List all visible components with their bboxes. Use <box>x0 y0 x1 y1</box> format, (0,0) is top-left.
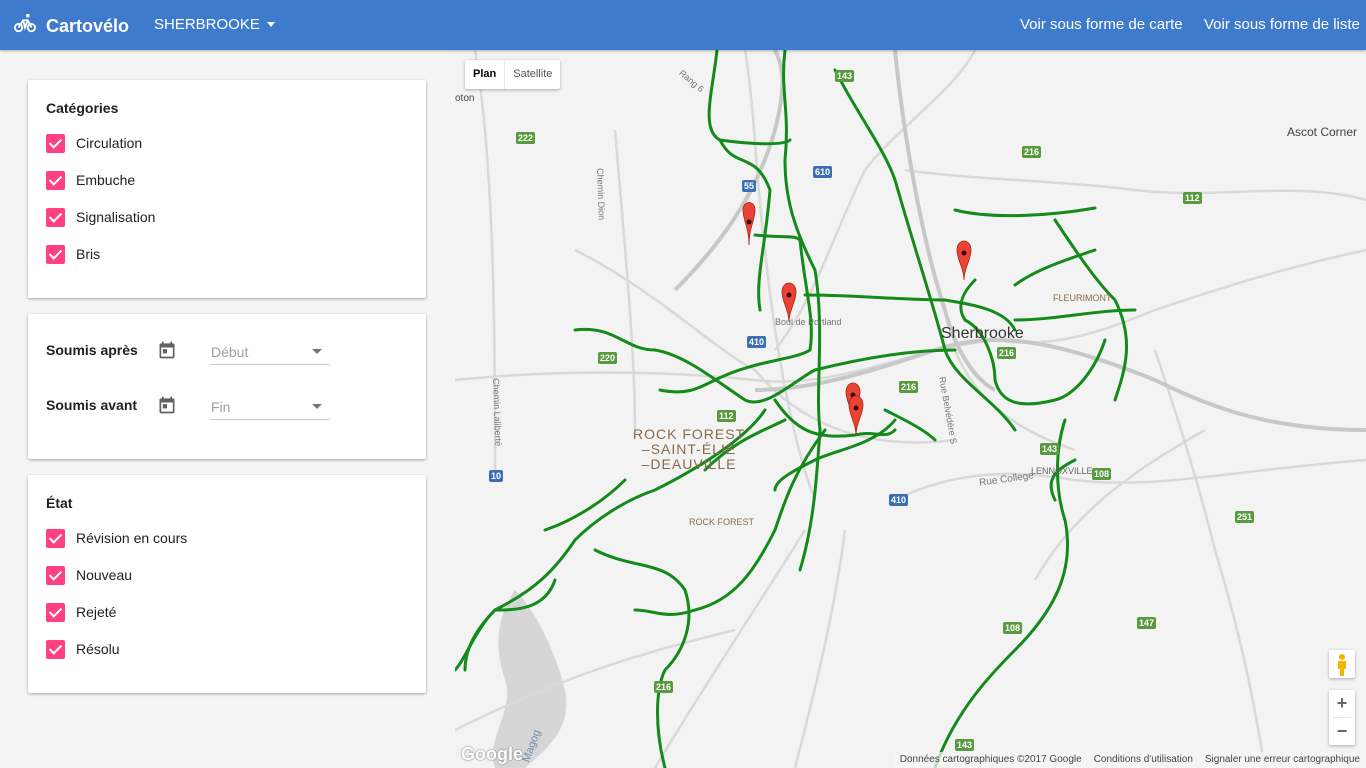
zoom-in-button[interactable]: + <box>1329 690 1355 717</box>
marker-pin <box>848 395 864 436</box>
top-app-bar: Cartovélo SHERBROOKE Voir sous forme de … <box>0 0 1366 50</box>
categories-card: Catégories Circulation Embuche Signalisa… <box>28 80 426 298</box>
checkbox-checked-icon <box>46 565 65 585</box>
marker-pin <box>956 240 972 281</box>
route-shield: 143 <box>955 739 975 751</box>
city-label: SHERBROOKE <box>154 16 260 33</box>
app-name: Cartovélo <box>46 15 130 36</box>
checkbox-label: Révision en cours <box>76 530 188 546</box>
date-before-label: Soumis avant <box>46 397 138 413</box>
zoom-out-button[interactable]: − <box>1329 718 1355 745</box>
city-dropdown[interactable]: SHERBROOKE <box>154 16 275 33</box>
date-after-label: Soumis après <box>46 342 138 358</box>
route-shield: 112 <box>1183 192 1202 204</box>
categories-title: Catégories <box>46 100 119 116</box>
category-checkbox-circulation[interactable]: Circulation <box>46 133 142 153</box>
calendar-icon[interactable] <box>157 340 177 360</box>
checkbox-checked-icon <box>46 602 65 622</box>
route-shield: 251 <box>1235 511 1255 523</box>
route-shield: 222 <box>516 132 536 144</box>
route-shield: 220 <box>598 352 618 364</box>
checkbox-label: Rejeté <box>76 604 117 620</box>
map-label-sector: FLEURIMONT <box>1053 293 1112 303</box>
terms-link[interactable]: Conditions d'utilisation <box>1088 752 1199 768</box>
route-shield: 112 <box>717 410 736 422</box>
map-label-street: Chemin Dion <box>595 168 607 221</box>
bicycle-icon <box>14 12 36 39</box>
category-checkbox-embuche[interactable]: Embuche <box>46 170 135 190</box>
map-type-control: Plan Satellite <box>465 60 561 89</box>
state-title: État <box>46 495 73 511</box>
route-shield: 216 <box>1022 146 1042 158</box>
map-label-borough-line: –SAINT-ÉLIE <box>641 441 737 457</box>
checkbox-label: Résolu <box>76 641 120 657</box>
street-view-pegman[interactable] <box>1329 650 1355 678</box>
route-shield: 143 <box>835 70 855 82</box>
map-label-borough-line: ROCK FOREST <box>633 426 746 442</box>
report-error-link[interactable]: Signaler une erreur cartographique <box>1199 752 1366 768</box>
route-shield: 410 <box>889 494 909 506</box>
route-shield: 216 <box>654 681 674 693</box>
map-label-street: Boul de Portland <box>775 317 842 327</box>
highways <box>673 50 1366 432</box>
map-label-borough-line: –DEAUVILLE <box>641 456 737 472</box>
state-checkbox-revision[interactable]: Révision en cours <box>46 528 187 548</box>
route-shield: 147 <box>1137 617 1157 629</box>
google-logo[interactable]: Google <box>461 744 523 765</box>
route-shield: 610 <box>813 166 833 178</box>
map-label-borough: ROCK FOREST –SAINT-ÉLIE –DEAUVILLE <box>633 427 745 472</box>
date-after-placeholder: Début <box>211 344 249 360</box>
route-shield: 410 <box>747 336 767 348</box>
checkbox-label: Nouveau <box>76 567 133 583</box>
checkbox-checked-icon <box>46 207 65 227</box>
checkbox-checked-icon <box>46 170 65 190</box>
map-canvas[interactable]: Sherbrooke ROCK FOREST –SAINT-ÉLIE –DEAU… <box>455 50 1366 768</box>
map-type-plan[interactable]: Plan <box>465 60 504 89</box>
route-shield: 216 <box>899 381 919 393</box>
route-shield: 10 <box>489 470 504 482</box>
date-after-select[interactable]: Début <box>210 338 330 365</box>
category-checkbox-signalisation[interactable]: Signalisation <box>46 207 155 227</box>
state-checkbox-resolu[interactable]: Résolu <box>46 639 120 659</box>
date-before-placeholder: Fin <box>211 399 231 415</box>
route-shield: 108 <box>1092 468 1112 480</box>
map-label-city: Sherbrooke <box>941 325 1024 342</box>
caret-down-icon <box>312 404 322 409</box>
map-label-town: oton <box>455 93 475 104</box>
route-shield: 55 <box>742 180 757 192</box>
caret-down-icon <box>312 349 322 354</box>
checkbox-checked-icon <box>46 244 65 264</box>
checkbox-label: Embuche <box>76 172 136 188</box>
date-before-select[interactable]: Fin <box>210 393 330 420</box>
nav-list-view[interactable]: Voir sous forme de liste <box>1204 16 1360 33</box>
checkbox-checked-icon <box>46 639 65 659</box>
state-checkbox-rejete[interactable]: Rejeté <box>46 602 116 622</box>
filter-sidebar: Catégories Circulation Embuche Signalisa… <box>0 50 454 768</box>
route-shield: 143 <box>1040 443 1060 455</box>
map-drawing <box>455 50 1366 768</box>
attribution-text: Données cartographiques ©2017 Google <box>899 754 1082 765</box>
map-attribution: Données cartographiques ©2017 Google Con… <box>893 752 1366 768</box>
checkbox-label: Bris <box>76 246 101 262</box>
caret-down-icon <box>266 22 275 27</box>
checkbox-checked-icon <box>46 528 65 548</box>
nav-map-view[interactable]: Voir sous forme de carte <box>1020 16 1183 33</box>
state-card: État Révision en cours Nouveau Rejeté Ré… <box>28 475 426 693</box>
state-checkbox-nouveau[interactable]: Nouveau <box>46 565 132 585</box>
route-shield: 108 <box>1003 622 1023 634</box>
checkbox-label: Circulation <box>76 135 143 151</box>
category-checkbox-bris[interactable]: Bris <box>46 244 100 264</box>
calendar-icon[interactable] <box>157 395 177 415</box>
checkbox-checked-icon <box>46 133 65 153</box>
map-label-sector: LENNOXVILLE <box>1031 466 1093 476</box>
brand[interactable]: Cartovélo <box>14 12 129 39</box>
checkbox-label: Signalisation <box>76 209 156 225</box>
pegman-icon <box>1338 654 1346 676</box>
map-label-sector: ROCK FOREST <box>689 517 755 527</box>
zoom-control: + − <box>1329 690 1355 745</box>
route-shield: 216 <box>997 347 1017 359</box>
map-type-satellite[interactable]: Satellite <box>504 60 560 89</box>
date-filter-card: Soumis après Début Soumis avant Fin <box>28 314 426 459</box>
map-label-town: Ascot Corner <box>1287 125 1358 139</box>
